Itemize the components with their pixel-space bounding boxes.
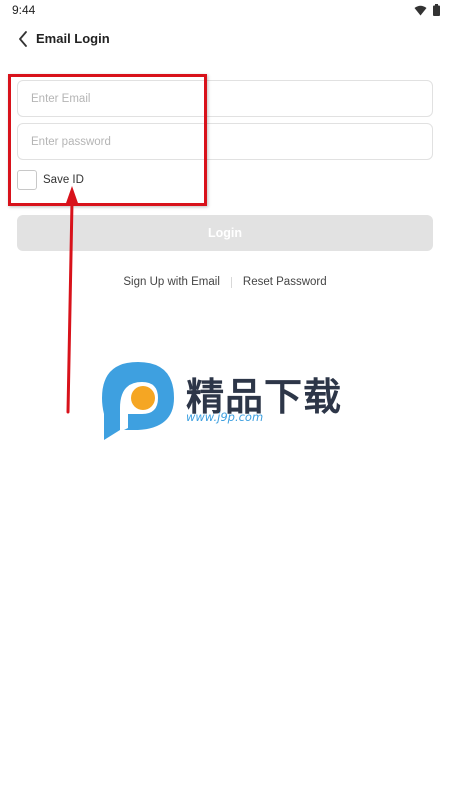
app-bar: Email Login [0,24,450,54]
back-button[interactable] [12,28,34,50]
wifi-icon [414,5,427,15]
page-title: Email Login [36,31,110,46]
reset-password-link[interactable]: Reset Password [243,276,327,288]
signup-email-link[interactable]: Sign Up with Email [123,276,220,288]
battery-icon [433,4,440,16]
watermark-url: www.j9p.com [186,410,264,424]
status-time: 9:44 [12,3,36,17]
link-divider [230,276,232,288]
watermark-logo: 精品下载 www.j9p.com [98,358,358,442]
status-icons [414,4,440,16]
j9p-logo-icon [102,362,174,440]
status-bar: 9:44 [0,0,450,22]
annotation-arrow [65,186,79,414]
chevron-left-icon [19,31,27,47]
annotation-highlight-box [8,74,207,206]
